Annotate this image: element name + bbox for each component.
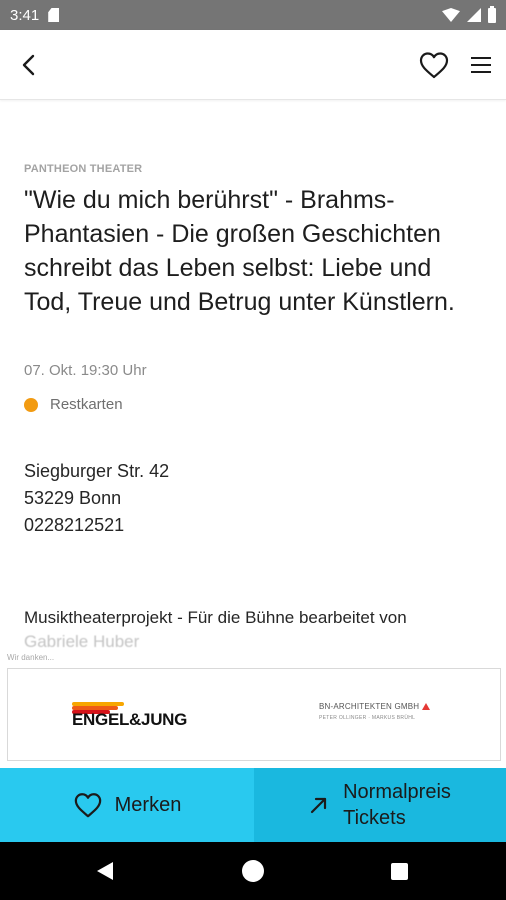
availability-label: Restkarten — [50, 396, 123, 413]
heart-outline-icon — [74, 793, 101, 818]
status-icons — [442, 5, 496, 23]
cellular-icon — [467, 8, 481, 22]
tickets-label-line2: Tickets — [343, 807, 406, 829]
venue-label: PANTHEON THEATER — [24, 163, 143, 175]
external-link-arrow-icon — [310, 797, 327, 814]
heart-icon — [419, 52, 449, 79]
tickets-label-line1: Normalpreis — [343, 781, 451, 803]
bn-architekten-logo: BN-ARCHITEKTEN GMBH PETER OLLINGER · MAR… — [319, 702, 443, 734]
bn-architekten-logo-subtext: PETER OLLINGER · MARKUS BRÜHL — [319, 715, 416, 721]
tickets-button[interactable]: Normalpreis Tickets — [254, 768, 506, 842]
event-title: "Wie du mich berührst" - Brahms-Phantasi… — [24, 186, 455, 316]
menu-icon — [471, 57, 491, 73]
status-bar: 3:41 — [0, 0, 506, 30]
back-arrow-icon — [22, 54, 35, 76]
event-description: Musiktheaterprojekt - Für die Bühne bear… — [24, 606, 407, 648]
sponsor-banner[interactable]: ENGEL&JUNG BN-ARCHITEKTEN GMBH PETER OLL… — [7, 668, 501, 761]
merken-button[interactable]: Merken — [0, 768, 254, 842]
sponsor-caption: Wir danken... — [7, 653, 55, 662]
nav-back-icon — [97, 862, 113, 880]
tickets-label: Normalpreis Tickets — [343, 779, 451, 831]
wifi-icon — [442, 8, 460, 22]
menu-button[interactable] — [464, 48, 498, 82]
nav-back-button[interactable] — [95, 861, 115, 881]
nav-recents-icon[interactable] — [391, 863, 408, 880]
merken-label: Merken — [114, 793, 182, 816]
app-bar — [0, 30, 506, 100]
venue-address: Siegburger Str. 42 53229 Bonn 0228212521 — [24, 458, 169, 539]
availability-dot-icon — [24, 397, 38, 412]
address-street: Siegburger Str. 42 — [24, 461, 170, 481]
phone-number[interactable]: 0228212521 — [24, 512, 169, 539]
back-button[interactable] — [12, 48, 46, 82]
event-date: 07. Okt. 19:30 Uhr — [24, 362, 147, 379]
bn-triangle-icon — [422, 703, 431, 710]
availability-status: Restkarten — [24, 396, 123, 413]
status-time: 3:41 — [10, 6, 40, 24]
system-nav-bar — [0, 842, 506, 900]
sd-card-icon — [48, 8, 60, 22]
engel-jung-logo: ENGEL&JUNG — [72, 702, 196, 730]
battery-icon — [488, 5, 496, 23]
action-bar: Merken Normalpreis Tickets — [0, 768, 506, 842]
nav-home-icon[interactable] — [242, 860, 264, 882]
engel-jung-logo-text: ENGEL&JUNG — [72, 710, 188, 729]
event-detail[interactable]: PANTHEON THEATER "Wie du mich berührst" … — [24, 100, 484, 648]
description-text-more: Gabriele Huber — [24, 632, 140, 648]
favorite-button[interactable] — [416, 47, 452, 83]
address-city: 53229 Bonn — [24, 488, 122, 508]
bn-architekten-logo-text: BN-ARCHITEKTEN GMBH — [319, 702, 420, 711]
description-text: Musiktheaterprojekt - Für die Bühne bear… — [24, 608, 407, 627]
